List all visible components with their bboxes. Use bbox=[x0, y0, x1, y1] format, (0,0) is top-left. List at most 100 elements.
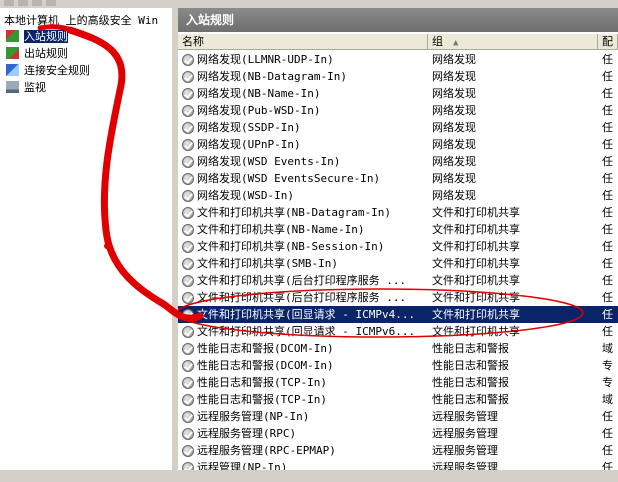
enabled-check-icon bbox=[182, 139, 194, 151]
rule-group: 文件和打印机共享 bbox=[432, 240, 520, 253]
rule-name-cell: 网络发现(LLMNR-UDP-In) bbox=[182, 51, 432, 68]
rules-pane: 入站规则 名称 组 ▲ 配 网络发现(LLMNR-UDP-In) 网络发现任网络发现… bbox=[178, 8, 618, 482]
toolbar-button[interactable] bbox=[18, 0, 28, 6]
rule-name-cell: 网络发现(NB-Name-In) bbox=[182, 85, 432, 102]
rule-name: 网络发现(Pub-WSD-In) bbox=[197, 104, 321, 117]
toolbar-button[interactable] bbox=[46, 0, 56, 6]
connection-security-icon bbox=[6, 64, 19, 76]
rule-name-cell: 远程服务管理(RPC-EPMAP) bbox=[182, 442, 432, 459]
table-row[interactable]: 性能日志和警报(DCOM-In) 性能日志和警报 专 bbox=[178, 357, 618, 374]
rule-profile: 任 bbox=[602, 274, 613, 287]
enabled-check-icon bbox=[182, 156, 194, 168]
table-row[interactable]: 文件和打印机共享(NB-Datagram-In) 文件和打印机共享 任 bbox=[178, 204, 618, 221]
rule-profile: 专 bbox=[602, 359, 613, 372]
table-row[interactable]: 性能日志和警报(DCOM-In) 性能日志和警报 域 bbox=[178, 340, 618, 357]
rule-name: 性能日志和警报(DCOM-In) bbox=[197, 342, 334, 355]
enabled-check-icon bbox=[182, 54, 194, 66]
rule-profile: 任 bbox=[602, 410, 613, 423]
column-header-profile[interactable]: 配 bbox=[598, 34, 618, 50]
rule-group: 网络发现 bbox=[432, 155, 476, 168]
table-row[interactable]: 网络发现(LLMNR-UDP-In) 网络发现 任 bbox=[178, 51, 618, 68]
rule-name-cell: 网络发现(Pub-WSD-In) bbox=[182, 102, 432, 119]
rule-group: 性能日志和警报 bbox=[432, 376, 509, 389]
enabled-check-icon bbox=[182, 173, 194, 185]
table-row[interactable]: 网络发现(UPnP-In) 网络发现 任 bbox=[178, 136, 618, 153]
table-row[interactable]: 网络发现(WSD EventsSecure-In) 网络发现 任 bbox=[178, 170, 618, 187]
navigation-tree: 本地计算机 上的高级安全 Win 入站规则 出站规则 连接安全规则监视 bbox=[0, 8, 172, 482]
rule-group: 网络发现 bbox=[432, 53, 476, 66]
column-header-name-label: 名称 bbox=[182, 35, 204, 48]
table-row[interactable]: 远程服务管理(NP-In) 远程服务管理 任 bbox=[178, 408, 618, 425]
tree-root-node[interactable]: 本地计算机 上的高级安全 Win bbox=[4, 12, 158, 28]
table-row[interactable]: 网络发现(WSD-In) 网络发现 任 bbox=[178, 187, 618, 204]
toolbar-button[interactable] bbox=[32, 0, 42, 6]
table-row[interactable]: 网络发现(Pub-WSD-In) 网络发现 任 bbox=[178, 102, 618, 119]
table-row[interactable]: 文件和打印机共享(回显请求 - ICMPv4... 文件和打印机共享 任 bbox=[178, 306, 618, 323]
rule-group: 性能日志和警报 bbox=[432, 359, 509, 372]
table-row[interactable]: 文件和打印机共享(后台打印程序服务 ... 文件和打印机共享 任 bbox=[178, 272, 618, 289]
table-row[interactable]: 文件和打印机共享(SMB-In) 文件和打印机共享 任 bbox=[178, 255, 618, 272]
rule-name: 性能日志和警报(TCP-In) bbox=[197, 376, 327, 389]
rule-name: 性能日志和警报(DCOM-In) bbox=[197, 359, 334, 372]
rule-profile: 任 bbox=[602, 206, 613, 219]
horizontal-scrollbar[interactable] bbox=[0, 470, 618, 482]
enabled-check-icon bbox=[182, 122, 194, 134]
rule-name: 文件和打印机共享(SMB-In) bbox=[197, 257, 338, 270]
rule-group: 网络发现 bbox=[432, 87, 476, 100]
enabled-check-icon bbox=[182, 88, 194, 100]
table-row[interactable]: 网络发现(WSD Events-In) 网络发现 任 bbox=[178, 153, 618, 170]
table-row[interactable]: 文件和打印机共享(NB-Name-In) 文件和打印机共享 任 bbox=[178, 221, 618, 238]
table-row[interactable]: 性能日志和警报(TCP-In) 性能日志和警报 域 bbox=[178, 391, 618, 408]
enabled-check-icon bbox=[182, 394, 194, 406]
column-header-group-label: 组 bbox=[432, 35, 443, 48]
enabled-check-icon bbox=[182, 241, 194, 253]
table-row[interactable]: 文件和打印机共享(后台打印程序服务 ... 文件和打印机共享 任 bbox=[178, 289, 618, 306]
enabled-check-icon bbox=[182, 309, 194, 321]
column-header-name[interactable]: 名称 bbox=[178, 34, 428, 50]
rule-profile: 任 bbox=[602, 257, 613, 270]
rule-name: 远程服务管理(NP-In) bbox=[197, 410, 310, 423]
table-row[interactable]: 网络发现(NB-Datagram-In) 网络发现 任 bbox=[178, 68, 618, 85]
table-row[interactable]: 网络发现(SSDP-In) 网络发现 任 bbox=[178, 119, 618, 136]
rule-name-cell: 性能日志和警报(DCOM-In) bbox=[182, 357, 432, 374]
rule-name-cell: 性能日志和警报(DCOM-In) bbox=[182, 340, 432, 357]
rule-name-cell: 网络发现(SSDP-In) bbox=[182, 119, 432, 136]
rule-group: 文件和打印机共享 bbox=[432, 274, 520, 287]
pane-title: 入站规则 bbox=[178, 8, 618, 32]
table-row[interactable]: 远程服务管理(RPC-EPMAP) 远程服务管理 任 bbox=[178, 442, 618, 459]
tree-item[interactable]: 出站规则 bbox=[6, 46, 68, 62]
rule-profile: 任 bbox=[602, 70, 613, 83]
tree-item-label: 监视 bbox=[24, 81, 46, 94]
tree-item[interactable]: 入站规则 bbox=[6, 29, 68, 45]
rule-name: 网络发现(WSD-In) bbox=[197, 189, 294, 202]
toolbar-button[interactable] bbox=[4, 0, 14, 6]
rule-group: 网络发现 bbox=[432, 70, 476, 83]
table-row[interactable]: 网络发现(NB-Name-In) 网络发现 任 bbox=[178, 85, 618, 102]
column-header-group[interactable]: 组 ▲ bbox=[428, 34, 598, 50]
rule-profile: 任 bbox=[602, 240, 613, 253]
rule-profile: 任 bbox=[602, 427, 613, 440]
rule-name-cell: 文件和打印机共享(NB-Name-In) bbox=[182, 221, 432, 238]
rule-name-cell: 文件和打印机共享(NB-Session-In) bbox=[182, 238, 432, 255]
rule-name-cell: 网络发现(WSD Events-In) bbox=[182, 153, 432, 170]
rule-name: 网络发现(SSDP-In) bbox=[197, 121, 301, 134]
tree-item[interactable]: 监视 bbox=[6, 80, 46, 96]
rule-group: 文件和打印机共享 bbox=[432, 206, 520, 219]
rule-profile: 任 bbox=[602, 104, 613, 117]
rule-group: 文件和打印机共享 bbox=[432, 308, 520, 321]
rule-profile: 域 bbox=[602, 342, 613, 355]
rule-name: 远程服务管理(RPC) bbox=[197, 427, 297, 440]
table-row[interactable]: 文件和打印机共享(NB-Session-In) 文件和打印机共享 任 bbox=[178, 238, 618, 255]
rule-name: 网络发现(NB-Name-In) bbox=[197, 87, 321, 100]
tree-item[interactable]: 连接安全规则 bbox=[6, 63, 90, 79]
rule-name: 文件和打印机共享(NB-Name-In) bbox=[197, 223, 365, 236]
table-row[interactable]: 性能日志和警报(TCP-In) 性能日志和警报 专 bbox=[178, 374, 618, 391]
table-row[interactable]: 远程服务管理(RPC) 远程服务管理 任 bbox=[178, 425, 618, 442]
rule-group: 网络发现 bbox=[432, 172, 476, 185]
rule-profile: 任 bbox=[602, 444, 613, 457]
rule-name: 网络发现(UPnP-In) bbox=[197, 138, 301, 151]
rule-name-cell: 网络发现(WSD EventsSecure-In) bbox=[182, 170, 432, 187]
table-row[interactable]: 文件和打印机共享(回显请求 - ICMPv6... 文件和打印机共享 任 bbox=[178, 323, 618, 340]
rule-name: 网络发现(LLMNR-UDP-In) bbox=[197, 53, 334, 66]
rule-profile: 任 bbox=[602, 308, 613, 321]
